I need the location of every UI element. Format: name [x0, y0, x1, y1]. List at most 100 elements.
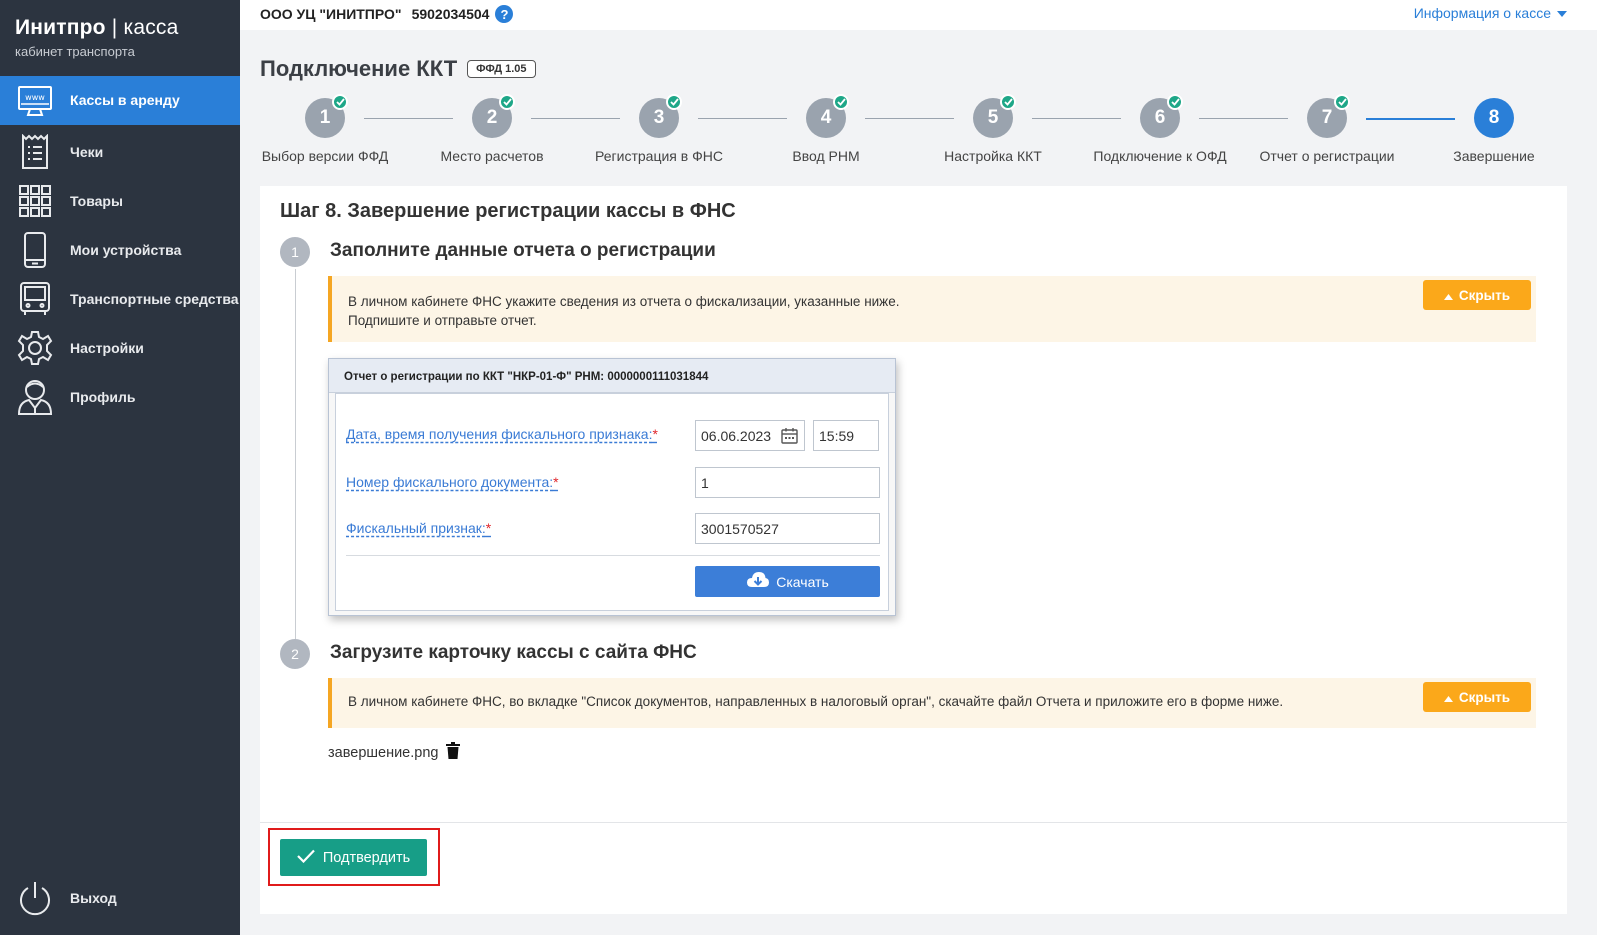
check-icon — [1334, 94, 1350, 110]
phone-icon — [16, 231, 54, 269]
step-2[interactable]: 2 Место расчетов — [407, 94, 577, 164]
divider — [260, 822, 1567, 823]
power-icon — [16, 879, 54, 917]
brand-main: Инитпро — [15, 16, 106, 39]
fiscal-date-label[interactable]: Дата, время получения фискального призна… — [346, 426, 658, 442]
step-circle: 5 — [973, 94, 1016, 138]
brand-light: касса — [123, 16, 179, 39]
step-3[interactable]: 3 Регистрация в ФНС — [574, 94, 744, 164]
check-icon — [332, 94, 348, 110]
step-label: Отчет о регистрации — [1259, 148, 1395, 164]
fiscal-date-input[interactable]: 06.06.2023 — [695, 420, 805, 451]
brand-separator: | — [111, 16, 118, 39]
hide-button[interactable]: Скрыть — [1423, 682, 1531, 712]
required-mark: * — [652, 426, 658, 442]
step-label: Подключение к ОФД — [1093, 148, 1227, 164]
step-label: Завершение — [1453, 148, 1535, 164]
org-info: ООО УЦ "ИНИТПРО" 5902034504 ? — [260, 5, 514, 23]
sidebar-item-label: Профиль — [70, 388, 136, 405]
step-number: 2 — [486, 107, 498, 128]
sidebar: Инитпро | касса кабинет транспорта www К… — [0, 0, 240, 935]
main-card: Шаг 8. Завершение регистрации кассы в ФН… — [260, 186, 1567, 914]
step-8-current[interactable]: 8 Завершение — [1409, 98, 1579, 164]
logout-label: Выход — [70, 889, 117, 906]
step-circle: 2 — [472, 94, 515, 138]
step-7[interactable]: 7 Отчет о регистрации — [1242, 94, 1412, 164]
confirm-button[interactable]: Подтвердить — [280, 839, 427, 876]
required-mark: * — [485, 520, 492, 536]
step-number: 8 — [1488, 107, 1500, 128]
hide-label: Скрыть — [1458, 689, 1511, 705]
check-icon — [666, 94, 682, 110]
substep-title: Загрузите карточку кассы с сайта ФНС — [330, 642, 697, 663]
step-circle: 1 — [305, 94, 348, 138]
bus-icon — [16, 280, 54, 318]
fiscal-sign-label[interactable]: Фискальный признак:* — [346, 520, 491, 536]
org-name: ООО УЦ "ИНИТПРО" — [260, 6, 402, 22]
step-number: 7 — [1321, 107, 1333, 128]
step-number: 5 — [987, 107, 999, 128]
topbar: ООО УЦ "ИНИТПРО" 5902034504 ? Информация… — [240, 0, 1597, 30]
step-label: Место расчетов — [440, 148, 544, 164]
download-button[interactable]: Скачать — [695, 566, 880, 597]
step-circle: 3 — [639, 94, 682, 138]
note-text: В личном кабинете ФНС укажите сведения и… — [348, 294, 900, 309]
step-number: 4 — [820, 107, 832, 128]
help-icon[interactable]: ? — [495, 5, 514, 23]
chevron-down-icon — [1557, 5, 1567, 21]
sidebar-item-label: Чеки — [70, 143, 104, 160]
brand-subtitle: кабинет транспорта — [15, 44, 135, 59]
sidebar-item-label: Товары — [70, 192, 123, 209]
calendar-icon[interactable] — [781, 427, 798, 447]
sidebar-item-profile[interactable]: Профиль — [0, 375, 240, 419]
sidebar-item-tovary[interactable]: Товары — [0, 179, 240, 223]
cash-info-dropdown[interactable]: Информация о кассе — [1414, 5, 1567, 21]
sidebar-item-label: Кассы в аренду — [70, 92, 180, 108]
trash-icon[interactable] — [446, 742, 461, 763]
report-form: Дата, время получения фискального призна… — [335, 393, 889, 611]
caret-up-icon — [1443, 690, 1453, 705]
check-icon — [1167, 94, 1183, 110]
download-label: Скачать — [776, 573, 829, 590]
step-label: Выбор версии ФФД — [261, 148, 389, 164]
wizard-stepper: 1 Выбор версии ФФД 2 Место расчетов 3 Ре… — [240, 92, 1597, 172]
note-text: В личном кабинете ФНС, во вкладке "Списо… — [348, 694, 1284, 709]
sidebar-item-label: Транспортные средства — [70, 290, 239, 307]
cloud-download-icon — [746, 571, 770, 592]
step-number: 3 — [653, 107, 665, 128]
step-1[interactable]: 1 Выбор версии ФФД — [240, 94, 410, 164]
sidebar-item-transport[interactable]: Транспортные средства — [0, 277, 240, 321]
step-circle: 7 — [1307, 94, 1350, 138]
fiscal-sign-input[interactable]: 3001570527 — [695, 513, 880, 544]
check-icon — [1000, 94, 1016, 110]
caret-up-icon — [1443, 288, 1453, 303]
fiscal-doc-number-input[interactable]: 1 — [695, 467, 880, 498]
sidebar-item-settings[interactable]: Настройки — [0, 326, 240, 370]
step-circle: 6 — [1140, 94, 1183, 138]
logout-button[interactable]: Выход — [0, 876, 240, 920]
step-6[interactable]: 6 Подключение к ОФД — [1075, 94, 1245, 164]
sidebar-item-cheki[interactable]: Чеки — [0, 130, 240, 174]
ffd-badge: ФФД 1.05 — [467, 60, 536, 78]
fiscal-doc-label[interactable]: Номер фискального документа:* — [346, 474, 559, 490]
sidebar-item-devices[interactable]: Мои устройства — [0, 228, 240, 272]
date-value: 06.06.2023 — [701, 428, 772, 444]
substep-number: 2 — [280, 639, 310, 669]
fiscal-time-input[interactable]: 15:59 — [813, 420, 879, 451]
page-title: Подключение ККТ ФФД 1.05 — [260, 56, 536, 82]
step-4[interactable]: 4 Ввод РНМ — [741, 94, 911, 164]
cash-info-label: Информация о кассе — [1413, 5, 1551, 21]
field-label-text: Дата, время получения фискального призна… — [346, 426, 653, 442]
step-5[interactable]: 5 Настройка ККТ — [908, 94, 1078, 164]
brand-logo[interactable]: Инитпро | касса кабинет транспорта — [0, 0, 240, 76]
step-circle: 4 — [806, 94, 849, 138]
sidebar-item-label: Мои устройства — [70, 241, 182, 258]
hide-button[interactable]: Скрыть — [1423, 280, 1531, 310]
step-label: Настройка ККТ — [944, 148, 1042, 164]
step-circle: 8 — [1474, 98, 1514, 138]
field-label-text: Номер фискального документа: — [346, 474, 554, 490]
sidebar-item-kassy[interactable]: www Кассы в аренду — [0, 76, 240, 125]
org-inn: 5902034504 — [411, 6, 490, 22]
check-icon — [833, 94, 849, 110]
receipt-icon — [16, 133, 54, 171]
